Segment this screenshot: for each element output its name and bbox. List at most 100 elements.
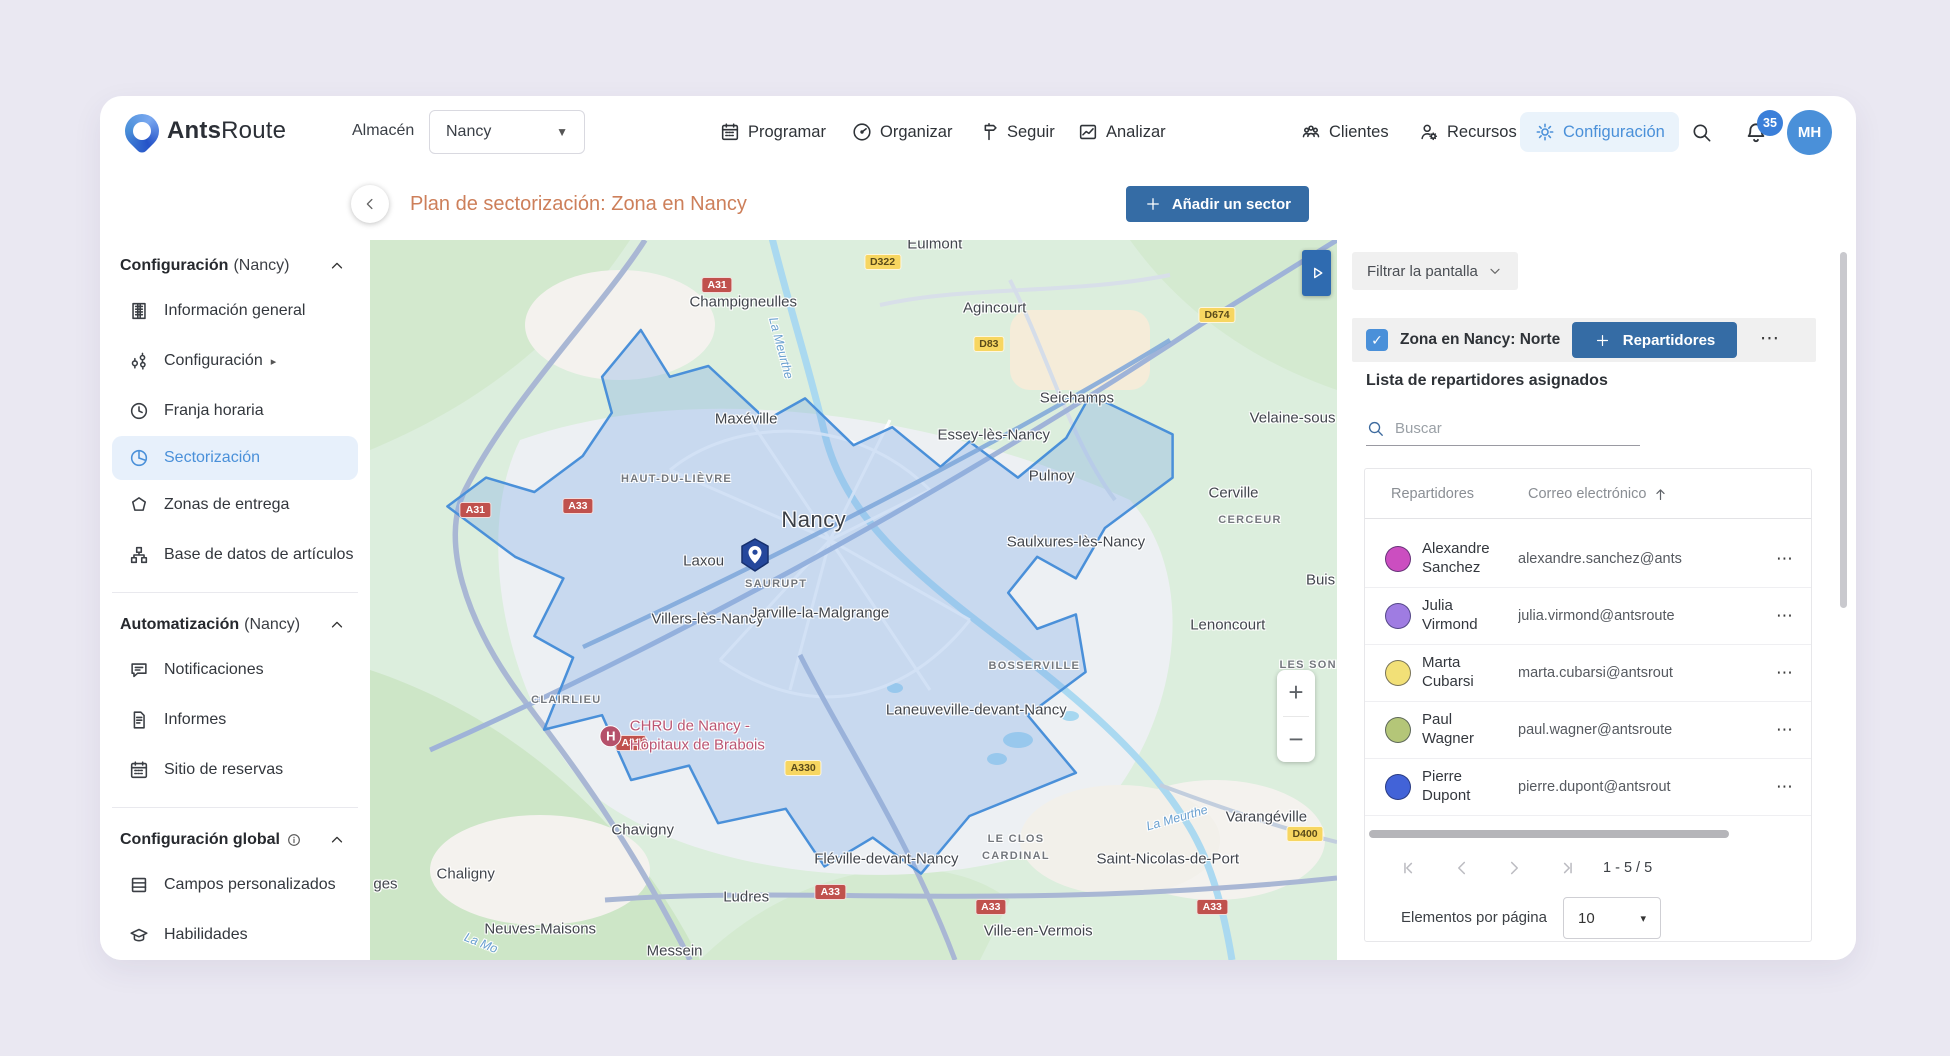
map-place-label: Saint-Nicolas-de-Port <box>1096 850 1240 868</box>
row-menu-button[interactable]: ⋯ <box>1776 663 1795 683</box>
row-menu-button[interactable]: ⋯ <box>1776 606 1795 626</box>
calendar-icon <box>128 759 150 781</box>
depot-pin-icon[interactable] <box>737 538 773 578</box>
sidebar-item-base-de-datos[interactable]: Base de datos de artículos <box>100 530 370 580</box>
pie-chart-icon <box>128 447 150 469</box>
row-menu-button[interactable]: ⋯ <box>1776 720 1795 740</box>
row-menu-button[interactable]: ⋯ <box>1776 777 1795 797</box>
add-sector-button[interactable]: Añadir un sector <box>1125 186 1309 222</box>
sidebar-section-configuracion-global[interactable]: Configuración global <box>100 820 370 860</box>
nav-item-organizar[interactable]: Organizar <box>851 96 952 168</box>
chevron-down-icon <box>1487 263 1503 279</box>
notifications-button[interactable]: 35 <box>1743 110 1783 146</box>
driver-email: julia.virmond@antsroute <box>1518 608 1675 624</box>
hospital-icon: H <box>599 725 622 748</box>
chart-icon <box>1077 121 1099 143</box>
search-icon[interactable] <box>1690 121 1713 144</box>
sort-arrow-up-icon <box>1652 486 1669 503</box>
sidebar-section-configuracion[interactable]: Configuración (Nancy) <box>100 246 370 286</box>
map-place-label: Ville-en-Vermois <box>983 922 1093 940</box>
chevron-up-icon <box>328 831 346 849</box>
panel-scrollbar[interactable] <box>1840 252 1847 608</box>
next-page-button[interactable] <box>1503 857 1525 879</box>
boxes-icon <box>128 544 150 566</box>
driver-name: Marta Cubarsi <box>1422 654 1474 690</box>
signpost-icon <box>978 121 1000 143</box>
sidebar-item-habilidades[interactable]: Habilidades <box>100 910 370 960</box>
map-place-label: Pulnoy <box>1028 467 1075 485</box>
people-icon <box>1300 121 1322 143</box>
last-page-button[interactable] <box>1555 857 1577 879</box>
prev-page-button[interactable] <box>1451 857 1473 879</box>
hospital-poi: H CHRU de Nancy - Hôpitaux de Brabois <box>599 717 765 755</box>
row-menu-button[interactable]: ⋯ <box>1776 549 1795 569</box>
driver-name: Julia Virmond <box>1422 597 1478 633</box>
chat-icon <box>128 659 150 681</box>
driver-color-dot <box>1385 774 1411 800</box>
brand-logo[interactable]: AntsRoute <box>117 106 286 156</box>
river-label: La Meurthe <box>766 315 796 381</box>
person-gear-icon <box>1418 121 1440 143</box>
river-label: La Meurthe <box>1145 802 1210 834</box>
submenu-arrow-icon: ▸ <box>270 355 277 368</box>
driver-color-dot <box>1385 660 1411 686</box>
per-page-select[interactable]: 10 ▾ <box>1563 897 1661 939</box>
sidebar-section-automatizacion[interactable]: Automatización (Nancy) <box>100 605 370 645</box>
zoom-in-button[interactable]: + <box>1277 670 1315 716</box>
sidebar-item-informacion-general[interactable]: Información general <box>100 286 370 336</box>
nav-item-seguir[interactable]: Seguir <box>978 96 1055 168</box>
road-badge: A31 <box>459 502 492 518</box>
sidebar-item-sectorizacion[interactable]: Sectorización <box>112 436 358 480</box>
triangle-right-icon <box>1307 263 1327 283</box>
sector-checkbox[interactable]: ✓ <box>1366 329 1388 351</box>
back-button[interactable] <box>351 185 389 223</box>
page-header: Plan de sectorización: Zona en Nancy Aña… <box>351 168 1350 240</box>
nav-item-configuracion-active[interactable]: Configuración <box>1520 112 1679 152</box>
divider <box>112 807 358 808</box>
filter-screen-button[interactable]: Filtrar la pantalla <box>1352 252 1518 290</box>
zoom-out-button[interactable]: − <box>1277 717 1315 763</box>
user-avatar[interactable]: MH <box>1787 110 1832 155</box>
sidebar-item-informes[interactable]: Informes <box>100 695 370 745</box>
sidebar-item-notificaciones[interactable]: Notificaciones <box>100 645 370 695</box>
road-badge: A33 <box>562 498 594 515</box>
map-labels-layer: Eulmont D322 A31 Champigneulles Agincourt D67… <box>370 240 1337 960</box>
map-zoom-control: + − <box>1277 670 1315 762</box>
sidebar-item-franja-horaria[interactable]: Franja horaria <box>100 386 370 436</box>
first-page-button[interactable] <box>1399 857 1421 879</box>
clock-icon <box>128 400 150 422</box>
nav-item-recursos[interactable]: Recursos <box>1418 96 1517 168</box>
sidebar-item-campos-personalizados[interactable]: Campos personalizados <box>100 860 370 910</box>
map-place-label: Maxéville <box>714 410 778 428</box>
hospital-label: CHRU de Nancy - Hôpitaux de Brabois <box>629 717 765 754</box>
sidebar-item-configuracion[interactable]: Configuración ▸ <box>100 336 370 386</box>
warehouse-select[interactable]: Nancy ▼ <box>429 110 585 154</box>
horizontal-scrollbar[interactable] <box>1369 830 1729 838</box>
road-badge: A33 <box>814 883 846 900</box>
col-header-email-sort[interactable]: Correo electrónico <box>1528 469 1669 519</box>
add-drivers-button[interactable]: Repartidores <box>1572 322 1737 358</box>
panel-expand-button[interactable] <box>1302 250 1331 296</box>
calendar-icon <box>719 121 741 143</box>
chevron-left-icon <box>361 195 379 213</box>
driver-search <box>1366 412 1640 446</box>
sector-menu-button[interactable]: ⋯ <box>1760 318 1781 360</box>
road-badge: A31 <box>701 276 733 293</box>
road-badge: D83 <box>973 336 1005 353</box>
sector-detail-panel: Filtrar la pantalla ✓ Zona en Nancy: Nor… <box>1350 168 1856 960</box>
driver-email: pierre.dupont@antsrout <box>1518 779 1671 795</box>
chevron-down-icon: ▼ <box>556 125 568 139</box>
map-place-label: CLAIRLIEU <box>531 694 602 707</box>
nav-item-programar[interactable]: Programar <box>719 96 826 168</box>
page-range: 1 - 5 / 5 <box>1603 860 1653 876</box>
sidebar-item-sitio-de-reservas[interactable]: Sitio de reservas <box>100 745 370 795</box>
plus-icon <box>1144 195 1162 213</box>
nav-item-clientes[interactable]: Clientes <box>1300 96 1389 168</box>
driver-name: Alexandre Sanchez <box>1422 540 1490 576</box>
map-canvas[interactable]: Eulmont D322 A31 Champigneulles Agincourt D67… <box>370 240 1337 960</box>
warehouse-value: Nancy <box>446 123 492 140</box>
road-badge: A330 <box>784 760 822 777</box>
sidebar-item-zonas-de-entrega[interactable]: Zonas de entrega <box>100 480 370 530</box>
nav-item-analizar[interactable]: Analizar <box>1077 96 1166 168</box>
driver-search-input[interactable] <box>1395 420 1615 437</box>
